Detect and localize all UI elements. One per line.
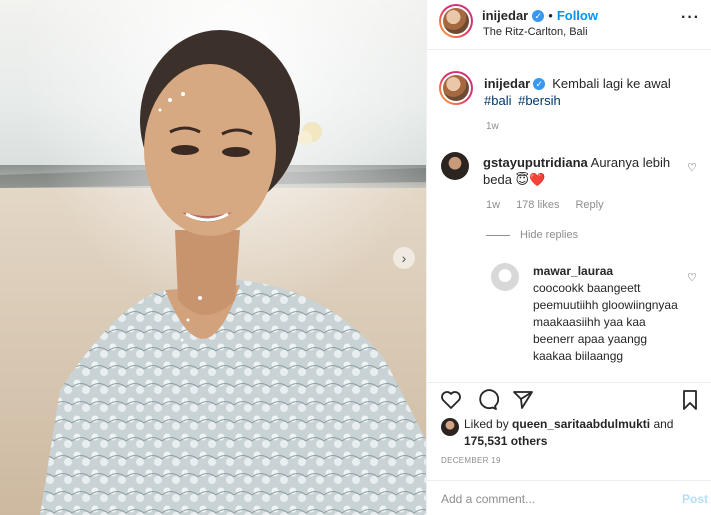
reply-avatar[interactable]: [491, 263, 519, 291]
next-photo-button[interactable]: ›: [393, 247, 415, 269]
more-options-icon[interactable]: ···: [681, 9, 700, 27]
share-paper-plane-icon[interactable]: [511, 388, 535, 412]
author-avatar[interactable]: [439, 4, 473, 38]
commenter-avatar[interactable]: [441, 152, 469, 180]
reply: mawar_lauraa coocookk baangeett peemuuti…: [533, 263, 683, 365]
author-username[interactable]: inijedar: [482, 8, 528, 23]
caption-hashtags: #bali #bersih: [484, 93, 564, 108]
liked-by-and: and: [653, 417, 674, 431]
like-heart-icon[interactable]: [439, 388, 463, 412]
like-comment-heart-icon[interactable]: ♡: [687, 161, 697, 174]
divider-line: [486, 234, 510, 236]
post-photo[interactable]: ›: [0, 0, 426, 515]
comments-section[interactable]: inijedar ✓ Kembali lagi ke awal #bali #b…: [427, 51, 711, 381]
post-side-panel: inijedar ✓ • Follow The Ritz-Carlton, Ba…: [426, 0, 711, 515]
reply-username[interactable]: mawar_lauraa: [533, 264, 613, 278]
comment-bubble-icon[interactable]: [475, 388, 500, 412]
save-bookmark-icon[interactable]: [678, 388, 702, 412]
like-reply-heart-icon[interactable]: ♡: [687, 271, 697, 284]
caption-time[interactable]: 1w: [486, 121, 499, 132]
verified-badge-icon: ✓: [532, 9, 545, 22]
caption-avatar[interactable]: [439, 71, 473, 105]
beach-selfie-image: [0, 0, 426, 515]
verified-badge-icon: ✓: [533, 77, 546, 90]
hide-replies-label: Hide replies: [520, 229, 579, 241]
hide-replies-button[interactable]: Hide replies: [486, 229, 578, 241]
hashtag-link[interactable]: #bali: [484, 93, 511, 108]
follow-button[interactable]: Follow: [557, 8, 598, 23]
comment-username[interactable]: gstayuputridiana: [483, 155, 588, 170]
liked-by-user[interactable]: queen_saritaabdulmukti: [512, 417, 650, 431]
post-date[interactable]: DECEMBER 19: [441, 456, 501, 465]
post-location[interactable]: The Ritz-Carlton, Bali: [483, 26, 588, 38]
post-comment-button[interactable]: Post: [682, 492, 708, 506]
liked-by-text: Liked by queen_saritaabdulmukti and 175,…: [464, 416, 694, 450]
post-header: inijedar ✓ • Follow The Ritz-Carlton, Ba…: [427, 0, 711, 50]
comment-time[interactable]: 1w: [486, 199, 500, 211]
liker-avatar[interactable]: [441, 418, 459, 436]
reply-button[interactable]: Reply: [575, 199, 603, 211]
action-bar: [427, 382, 711, 416]
likes-count[interactable]: 175,531 others: [464, 434, 547, 448]
reply-text: coocookk baangeett peemuutiihh gloowiing…: [533, 281, 678, 363]
add-comment-bar: Post: [427, 480, 711, 515]
comment-input[interactable]: [441, 490, 661, 508]
caption-text: Kembali lagi ke awal: [552, 76, 671, 91]
liked-by-section: Liked by queen_saritaabdulmukti and 175,…: [427, 416, 711, 456]
caption-username[interactable]: inijedar: [484, 76, 530, 91]
liked-by-prefix: Liked by: [464, 417, 509, 431]
comment-meta: 1w 178 likes Reply: [486, 199, 604, 211]
comment-likes[interactable]: 178 likes: [516, 199, 559, 211]
chevron-right-icon: ›: [401, 250, 407, 266]
separator-dot: •: [548, 8, 553, 23]
hashtag-link[interactable]: #bersih: [518, 93, 561, 108]
comment: gstayuputridiana Auranya lebih beda 😇❤️: [483, 154, 683, 188]
